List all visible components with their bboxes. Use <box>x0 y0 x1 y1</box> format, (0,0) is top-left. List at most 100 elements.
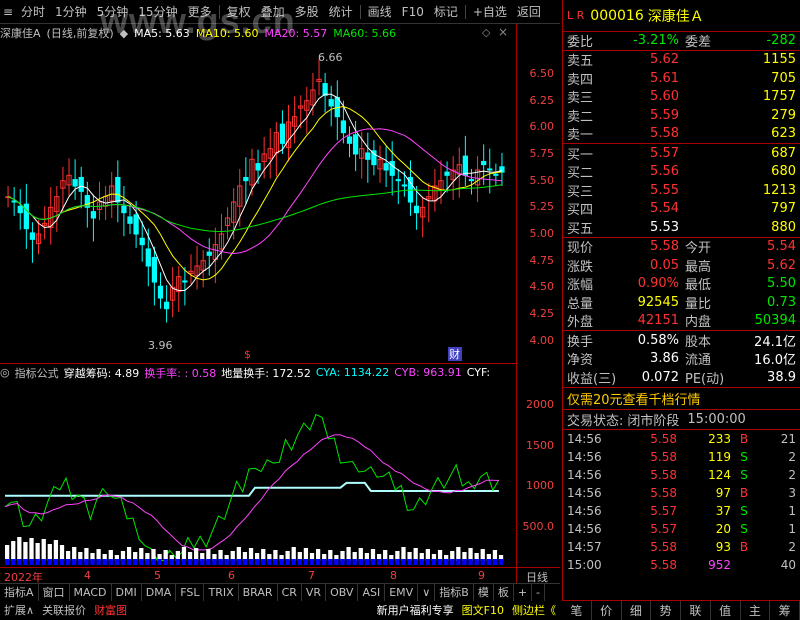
f10-button[interactable]: 图文F10 <box>458 601 508 620</box>
indicator-tab-3[interactable]: DMI <box>112 583 142 602</box>
toolbar-button-2[interactable]: 5分钟 <box>92 0 134 24</box>
promo-text[interactable]: 仅需20元查看千档行情 <box>567 389 701 408</box>
toolbar-button-1[interactable]: 1分钟 <box>50 0 92 24</box>
trade-side: B <box>739 539 749 554</box>
volume-base-bar <box>11 559 16 565</box>
toolbar-button-3[interactable]: 15分钟 <box>133 0 182 24</box>
asks-price[interactable]: 5.61 <box>607 71 679 86</box>
promo-row[interactable]: 仅需20元查看千档行情 <box>563 388 800 410</box>
asks-price[interactable]: 5.62 <box>607 52 679 67</box>
toolbar-button-11[interactable]: 标记 <box>429 0 463 24</box>
toolbar-button-10[interactable]: F10 <box>397 0 429 24</box>
menu-icon[interactable]: ≡ <box>0 5 16 19</box>
indicator-tab-0[interactable]: 指标A <box>0 583 39 602</box>
volume-base-bar <box>456 559 461 565</box>
volume-base-bar <box>181 559 187 565</box>
diamond-icon[interactable]: ◇ <box>482 26 490 39</box>
wealth-chart-tab[interactable]: 财富图 <box>90 601 131 620</box>
indicator-tab-17[interactable]: + <box>514 583 533 602</box>
fund-value-2: 38.9 <box>767 369 796 385</box>
bids-price[interactable]: 5.56 <box>607 164 679 179</box>
indicator-tab-10[interactable]: OBV <box>326 583 359 602</box>
indicator-tab-6[interactable]: TRIX <box>204 583 239 602</box>
collapse-icon[interactable]: ◆ <box>120 27 128 40</box>
toolbar-button-13[interactable]: 返回 <box>512 0 546 24</box>
turnover-bar <box>236 547 241 561</box>
candlestick-chart[interactable]: 6.66 3.96 $ 财 <box>0 42 516 362</box>
indicator-tab-1[interactable]: 窗口 <box>39 583 70 602</box>
volume-base-bar <box>139 559 144 565</box>
indicator-name[interactable]: 指标公式 <box>15 365 59 381</box>
candle-body <box>151 256 158 283</box>
volume-base-bar <box>157 559 162 565</box>
asks-volume: 279 <box>771 107 796 123</box>
asks-price[interactable]: 5.59 <box>607 108 679 123</box>
stock-name: 深康佳A <box>0 27 41 40</box>
bids-row: 买二 5.56 680 <box>563 163 800 181</box>
indicator-tab-16[interactable]: 板 <box>494 583 514 602</box>
related-quote-tab[interactable]: 关联报价 <box>38 601 90 620</box>
candle-body <box>328 99 334 107</box>
bids-price[interactable]: 5.53 <box>607 220 679 235</box>
volume-base-bar <box>303 559 309 565</box>
side-tab-4[interactable]: 联 <box>681 601 711 620</box>
quote-label-1: 现价 <box>567 241 594 257</box>
trade-price: 5.58 <box>650 557 677 572</box>
finance-marker[interactable]: 财 <box>449 347 460 361</box>
turnover-bar <box>346 547 351 561</box>
volume-base-bar <box>255 559 260 565</box>
toolbar-button-6[interactable]: 叠加 <box>256 0 290 24</box>
volume-base-bar <box>29 559 34 565</box>
trade-row: 14:56 5.58 119 S 2 <box>563 448 800 466</box>
trade-volume: 20 <box>715 521 731 536</box>
indicator-tab-5[interactable]: FSL <box>176 583 205 602</box>
close-icon[interactable]: × <box>498 25 508 39</box>
bids-price[interactable]: 5.54 <box>607 201 679 216</box>
indicator-tab-2[interactable]: MACD <box>70 583 112 602</box>
quote-value-2: 5.50 <box>767 276 796 292</box>
expand-button[interactable]: 扩展∧ <box>0 601 38 620</box>
side-tab-0[interactable]: 笔 <box>562 601 592 620</box>
toolbar-button-5[interactable]: 复权 <box>222 0 256 24</box>
trade-side: S <box>740 503 748 518</box>
indicator-tab-8[interactable]: CR <box>278 583 302 602</box>
indicator-tab-4[interactable]: DMA <box>142 583 177 602</box>
indicator-tab-18[interactable]: - <box>532 583 546 602</box>
candle-body <box>163 301 170 310</box>
indicator-tab-12[interactable]: EMV <box>385 583 419 602</box>
side-tab-6[interactable]: 主 <box>741 601 771 620</box>
asks-price[interactable]: 5.60 <box>607 89 679 104</box>
volume-base-bar <box>370 559 376 565</box>
dividend-marker[interactable]: $ <box>244 348 251 361</box>
bids-price[interactable]: 5.57 <box>607 146 679 161</box>
side-tab-2[interactable]: 细 <box>622 601 652 620</box>
sidebar-toggle[interactable]: 侧边栏《 <box>508 601 560 620</box>
indicator-chart[interactable] <box>0 381 516 567</box>
side-tab-5[interactable]: 值 <box>711 601 741 620</box>
toolbar-button-9[interactable]: 画线 <box>363 0 397 24</box>
turnover-bar <box>23 542 28 561</box>
indicator-tab-7[interactable]: BRAR <box>239 583 278 602</box>
toolbar-button-8[interactable]: 统计 <box>324 0 358 24</box>
side-tab-7[interactable]: 筹 <box>770 601 800 620</box>
indicator-tab-15[interactable]: 模 <box>474 583 494 602</box>
turnover-bar <box>29 538 34 561</box>
volume-base-bar <box>401 559 406 565</box>
indicator-tab-14[interactable]: 指标B <box>435 583 474 602</box>
indicator-tab-9[interactable]: VR <box>302 583 327 602</box>
asks-label: 卖三 <box>567 91 594 107</box>
indicator-collapse-icon[interactable]: ◎ <box>0 366 10 379</box>
toolbar-button-4[interactable]: 更多 <box>183 0 217 24</box>
indicator-tab-13[interactable]: ∨ <box>418 583 436 602</box>
indicator-tab-11[interactable]: ASI <box>358 583 386 602</box>
volume-base-bar <box>492 559 498 565</box>
side-tab-3[interactable]: 势 <box>651 601 681 620</box>
bids-price[interactable]: 5.55 <box>607 183 679 198</box>
toolbar-button-12[interactable]: +自选 <box>468 0 512 24</box>
asks-price[interactable]: 5.58 <box>607 126 679 141</box>
toolbar-button-0[interactable]: 分时 <box>16 0 50 24</box>
toolbar-button-7[interactable]: 多股 <box>290 0 324 24</box>
new-user-promo[interactable]: 新用户福利专享 <box>373 601 458 620</box>
volume-base-bar <box>96 559 101 565</box>
side-tab-1[interactable]: 价 <box>592 601 622 620</box>
